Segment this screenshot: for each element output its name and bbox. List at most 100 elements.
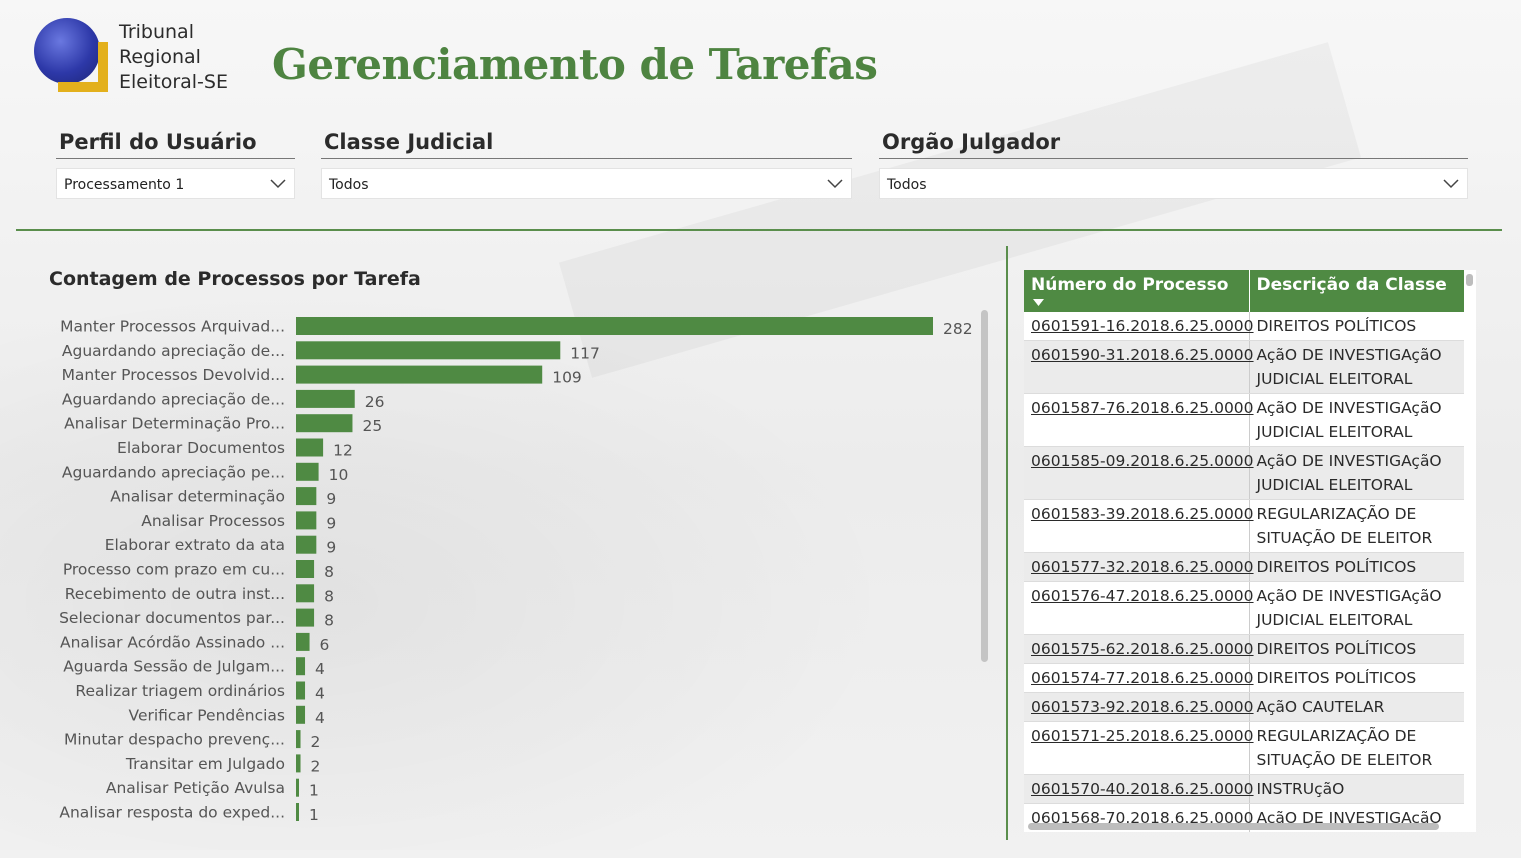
- process-number-link[interactable]: 0601573-92.2018.6.25.0000: [1024, 692, 1254, 722]
- category-label: Elaborar extrato da ata: [105, 536, 285, 554]
- chevron-down-icon: [270, 179, 286, 189]
- data-label: 9: [326, 539, 336, 557]
- data-label: 2: [311, 733, 321, 751]
- category-label: Analisar Determinação Pro...: [64, 415, 285, 433]
- category-label: Verificar Pendências: [129, 706, 285, 724]
- category-label: Analisar resposta do exped...: [59, 804, 285, 822]
- table-row[interactable]: 0601577-32.2018.6.25.0000 DIREITOS POLÍTI…: [1024, 552, 1464, 582]
- filter-orgao-julgador: Orgão Julgador Todos: [879, 130, 1468, 199]
- process-number-link[interactable]: 0601585-09.2018.6.25.0000: [1024, 446, 1254, 500]
- bar[interactable]: [296, 438, 324, 457]
- bar-chart: Manter Processos Arquivad... 282Aguardand…: [59, 317, 973, 824]
- bar[interactable]: [296, 632, 310, 651]
- table-row[interactable]: 0601574-77.2018.6.25.0000 DIREITOS POLÍTI…: [1024, 663, 1464, 693]
- process-number-link[interactable]: 0601576-47.2018.6.25.0000: [1024, 581, 1254, 635]
- class-description-cell: DIREITOS POLÍTICOS: [1249, 312, 1464, 341]
- sort-descending-icon[interactable]: [1033, 299, 1044, 306]
- process-number-link[interactable]: 0601590-31.2018.6.25.0000: [1024, 340, 1254, 394]
- class-description-cell: REGULARIZAÇÃO DE SITUAÇÃO DE ELEITOR: [1249, 721, 1464, 775]
- page-title: Gerenciamento de Tarefas: [272, 40, 878, 89]
- table-row[interactable]: 0601585-09.2018.6.25.0000 AçãO DE INVESTI…: [1024, 446, 1464, 500]
- data-label: 1: [309, 806, 319, 824]
- class-description-cell: AçãO DE INVESTIGAçãO JUDICIAL ELEITORAL: [1249, 446, 1464, 500]
- process-number-link[interactable]: 0601577-32.2018.6.25.0000: [1024, 552, 1254, 582]
- data-label: 1: [309, 782, 319, 800]
- class-description-cell: DIREITOS POLÍTICOS: [1249, 552, 1464, 582]
- class-description-cell: DIREITOS POLÍTICOS: [1249, 634, 1464, 664]
- classe-judicial-dropdown[interactable]: Todos: [321, 168, 852, 199]
- table-row[interactable]: 0601573-92.2018.6.25.0000 AçãO CAUTELAR: [1024, 692, 1464, 722]
- column-header-descricao[interactable]: Descrição da Classe: [1249, 270, 1465, 312]
- table-row[interactable]: 0601570-40.2018.6.25.0000 INSTRUçãO: [1024, 774, 1464, 804]
- bar[interactable]: [296, 705, 306, 724]
- logo-line: Eleitoral-SE: [119, 71, 228, 93]
- column-header-label: Número do Processo: [1031, 275, 1229, 295]
- category-label: Processo com prazo em cu...: [63, 561, 285, 579]
- bar[interactable]: [296, 341, 561, 360]
- bar[interactable]: [296, 535, 317, 554]
- data-label: 4: [315, 660, 325, 678]
- bar[interactable]: [296, 317, 933, 335]
- process-number-link[interactable]: 0601570-40.2018.6.25.0000: [1024, 774, 1254, 804]
- process-number-link[interactable]: 0601591-16.2018.6.25.0000: [1024, 312, 1254, 341]
- process-number-link[interactable]: 0601587-76.2018.6.25.0000: [1024, 393, 1254, 447]
- data-label: 4: [315, 685, 325, 703]
- filter-classe-judicial: Classe Judicial Todos: [321, 130, 852, 199]
- bar[interactable]: [296, 730, 301, 749]
- bar[interactable]: [296, 754, 301, 773]
- process-number-link[interactable]: 0601574-77.2018.6.25.0000: [1024, 663, 1254, 693]
- column-header-label: Descrição da Classe: [1256, 275, 1447, 295]
- class-description-cell: AçãO DE INVESTIGAçãO JUDICIAL ELEITORAL: [1249, 581, 1464, 635]
- table-row[interactable]: 0601575-62.2018.6.25.0000 DIREITOS POLÍTI…: [1024, 634, 1464, 664]
- tre-logo: [34, 18, 110, 94]
- table-vertical-scrollbar[interactable]: [1466, 274, 1473, 286]
- table-horizontal-scrollbar[interactable]: [1028, 823, 1439, 830]
- bar[interactable]: [296, 389, 355, 408]
- chart-scrollbar[interactable]: [981, 310, 988, 662]
- table-body: 0601591-16.2018.6.25.0000 DIREITOS POLÍTI…: [1024, 312, 1464, 832]
- bar[interactable]: [296, 584, 315, 603]
- data-label: 109: [552, 369, 582, 387]
- bar[interactable]: [296, 778, 299, 797]
- class-description-cell: REGULARIZAÇÃO DE SITUAÇÃO DE ELEITOR: [1249, 499, 1464, 553]
- process-number-link[interactable]: 0601575-62.2018.6.25.0000: [1024, 634, 1254, 664]
- bar[interactable]: [296, 560, 315, 578]
- logo-line: Tribunal: [119, 21, 194, 43]
- filter-label: Classe Judicial: [321, 130, 852, 159]
- logo-text: Tribunal Regional Eleitoral-SE: [119, 20, 269, 95]
- bar[interactable]: [296, 681, 306, 700]
- bar[interactable]: [296, 462, 319, 481]
- process-number-link[interactable]: 0601571-25.2018.6.25.0000: [1024, 721, 1254, 775]
- category-label: Aguardando apreciação de...: [62, 342, 285, 360]
- category-label: Analisar Petição Avulsa: [106, 779, 285, 797]
- category-label: Realizar triagem ordinários: [75, 682, 285, 700]
- bar[interactable]: [296, 487, 317, 506]
- table-row[interactable]: 0601583-39.2018.6.25.0000 REGULARIZAÇÃO D…: [1024, 499, 1464, 553]
- table-row[interactable]: 0601590-31.2018.6.25.0000 AçãO DE INVESTI…: [1024, 340, 1464, 394]
- logo-gold-frame: [58, 42, 108, 92]
- bar[interactable]: [296, 414, 353, 433]
- table-row[interactable]: 0601576-47.2018.6.25.0000 AçãO DE INVESTI…: [1024, 581, 1464, 635]
- data-label: 10: [329, 466, 349, 484]
- table-row[interactable]: 0601591-16.2018.6.25.0000 DIREITOS POLÍTI…: [1024, 312, 1464, 341]
- dropdown-value: Todos: [329, 177, 369, 193]
- filter-label: Orgão Julgador: [879, 130, 1468, 159]
- process-number-link[interactable]: 0601583-39.2018.6.25.0000: [1024, 499, 1254, 553]
- data-label: 12: [333, 442, 353, 460]
- category-label: Aguardando apreciação pe...: [62, 463, 285, 481]
- category-label: Manter Processos Devolvid...: [62, 366, 285, 384]
- bar[interactable]: [296, 608, 315, 627]
- dropdown-value: Todos: [887, 177, 927, 193]
- table-row[interactable]: 0601587-76.2018.6.25.0000 AçãO DE INVESTI…: [1024, 393, 1464, 447]
- table-row[interactable]: 0601571-25.2018.6.25.0000 REGULARIZAÇÃO D…: [1024, 721, 1464, 775]
- perfil-usuario-dropdown[interactable]: Processamento 1: [56, 168, 295, 199]
- process-table-container: Número do Processo Descrição da Classe 0…: [1024, 270, 1476, 832]
- bar[interactable]: [296, 657, 306, 676]
- class-description-cell: AçãO DE INVESTIGAçãO JUDICIAL ELEITORAL: [1249, 340, 1464, 394]
- orgao-julgador-dropdown[interactable]: Todos: [879, 168, 1468, 199]
- bar[interactable]: [296, 511, 317, 530]
- column-header-numero[interactable]: Número do Processo: [1024, 270, 1250, 312]
- bar[interactable]: [296, 365, 543, 384]
- data-label: 282: [943, 320, 973, 338]
- bar[interactable]: [296, 803, 299, 821]
